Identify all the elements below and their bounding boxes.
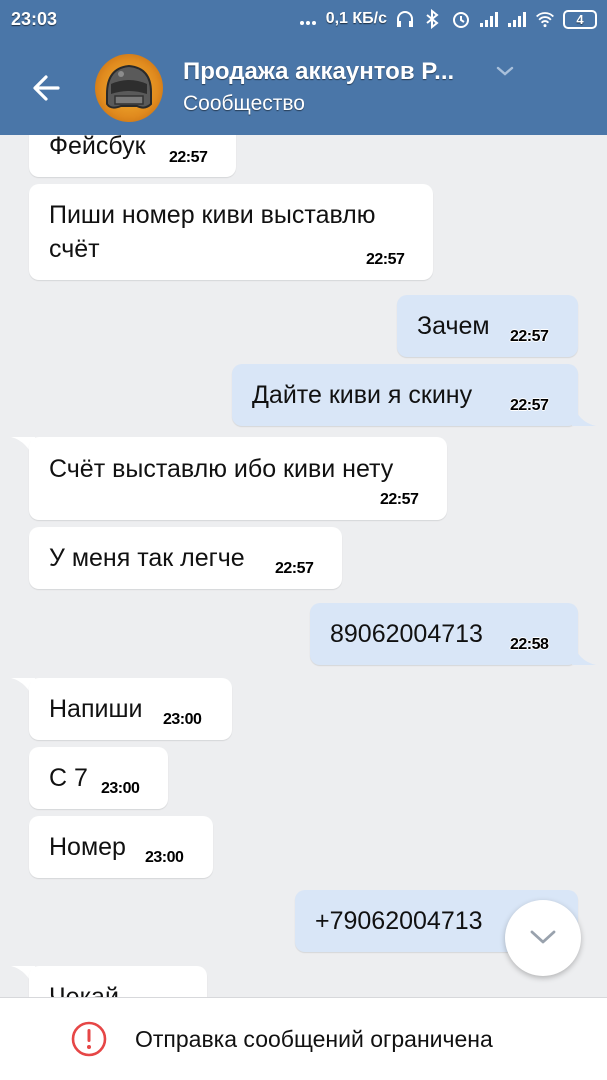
signal-icon — [480, 12, 498, 27]
battery-icon: 4 — [563, 9, 597, 29]
restriction-notice: Отправка сообщений ограничена — [135, 1026, 493, 1052]
chevron-down-icon — [530, 930, 556, 944]
message-list[interactable]: Фейсбук 22:57 Пиши номер киви выставлю с… — [0, 135, 607, 997]
helmet-icon — [106, 64, 152, 109]
status-icons: 0,1 КБ/с 4 — [298, 7, 597, 31]
messaging-restricted-bar: Отправка сообщений ограничена — [0, 997, 607, 1080]
community-avatar[interactable] — [95, 54, 163, 122]
message-time: 23:00 — [163, 711, 202, 728]
bubble-tail — [572, 402, 596, 426]
headphones-icon — [397, 11, 413, 27]
message-text: Чекай — [49, 983, 119, 997]
message-time: 22:57 — [275, 560, 314, 577]
message-outgoing[interactable]: 89062004713 22:58 — [310, 603, 578, 665]
signal-icon — [508, 12, 526, 27]
bluetooth-icon — [426, 9, 439, 29]
status-time: 23:03 — [11, 9, 58, 29]
message-text: Зачем — [417, 312, 490, 340]
battery-level: 4 — [576, 11, 584, 27]
message-incoming[interactable]: Фейсбук 22:57 — [29, 135, 236, 177]
message-incoming[interactable]: С 7 23:00 — [29, 747, 168, 809]
message-time: 22:57 — [510, 397, 549, 414]
network-speed: 0,1 КБ/с — [325, 10, 387, 27]
message-time: 22:58 — [510, 636, 549, 653]
message-time: 22:57 — [380, 491, 419, 508]
alert-circle-icon — [71, 1021, 107, 1057]
message-outgoing[interactable]: Зачем 22:57 — [397, 295, 578, 357]
message-time: 23:00 — [101, 780, 140, 797]
message-text: Дайте киви я скину — [252, 381, 473, 409]
chat-subtitle: Сообщество — [183, 92, 305, 115]
message-outgoing[interactable]: Дайте киви я скину 22:57 — [232, 364, 578, 426]
message-text: 89062004713 — [330, 620, 483, 648]
message-incoming[interactable]: Счёт выставлю ибо киви нету 22:57 — [29, 437, 447, 520]
message-text: Фейсбук — [49, 135, 146, 160]
app-header: 23:03 0,1 КБ/с 4 Продажа аккаунтов P... … — [0, 0, 607, 135]
scroll-to-bottom-button[interactable] — [505, 900, 581, 976]
message-incoming[interactable]: У меня так легче 22:57 — [29, 527, 342, 589]
dots-icon — [299, 21, 316, 25]
bubble-tail — [572, 641, 596, 665]
message-incoming[interactable]: Пиши номер киви выставлю счёт 22:57 — [29, 184, 433, 280]
message-text: Напиши — [49, 695, 143, 723]
message-incoming[interactable]: Чекай — [29, 966, 207, 997]
arrow-left-icon[interactable] — [28, 70, 64, 106]
message-text: У меня так легче — [49, 544, 245, 572]
message-text-line1: Пиши номер киви выставлю — [49, 201, 376, 229]
chat-title[interactable]: Продажа аккаунтов P... — [183, 58, 454, 86]
message-time: 23:00 — [145, 849, 184, 866]
alarm-icon — [453, 12, 469, 28]
message-time: 22:57 — [366, 251, 405, 268]
status-bar: 23:03 0,1 КБ/с 4 — [0, 0, 607, 38]
message-text: Счёт выставлю ибо киви нету — [49, 455, 394, 483]
wifi-icon — [536, 12, 554, 28]
message-incoming[interactable]: Напиши 23:00 — [29, 678, 232, 740]
message-text: Номер — [49, 833, 126, 861]
chevron-down-icon[interactable] — [495, 64, 515, 78]
message-incoming[interactable]: Номер 23:00 — [29, 816, 213, 878]
message-time: 22:57 — [169, 149, 208, 166]
message-text: С 7 — [49, 764, 88, 792]
message-time: 22:57 — [510, 328, 549, 345]
message-text: +79062004713 — [315, 907, 483, 935]
message-text-line2: счёт — [49, 235, 100, 263]
